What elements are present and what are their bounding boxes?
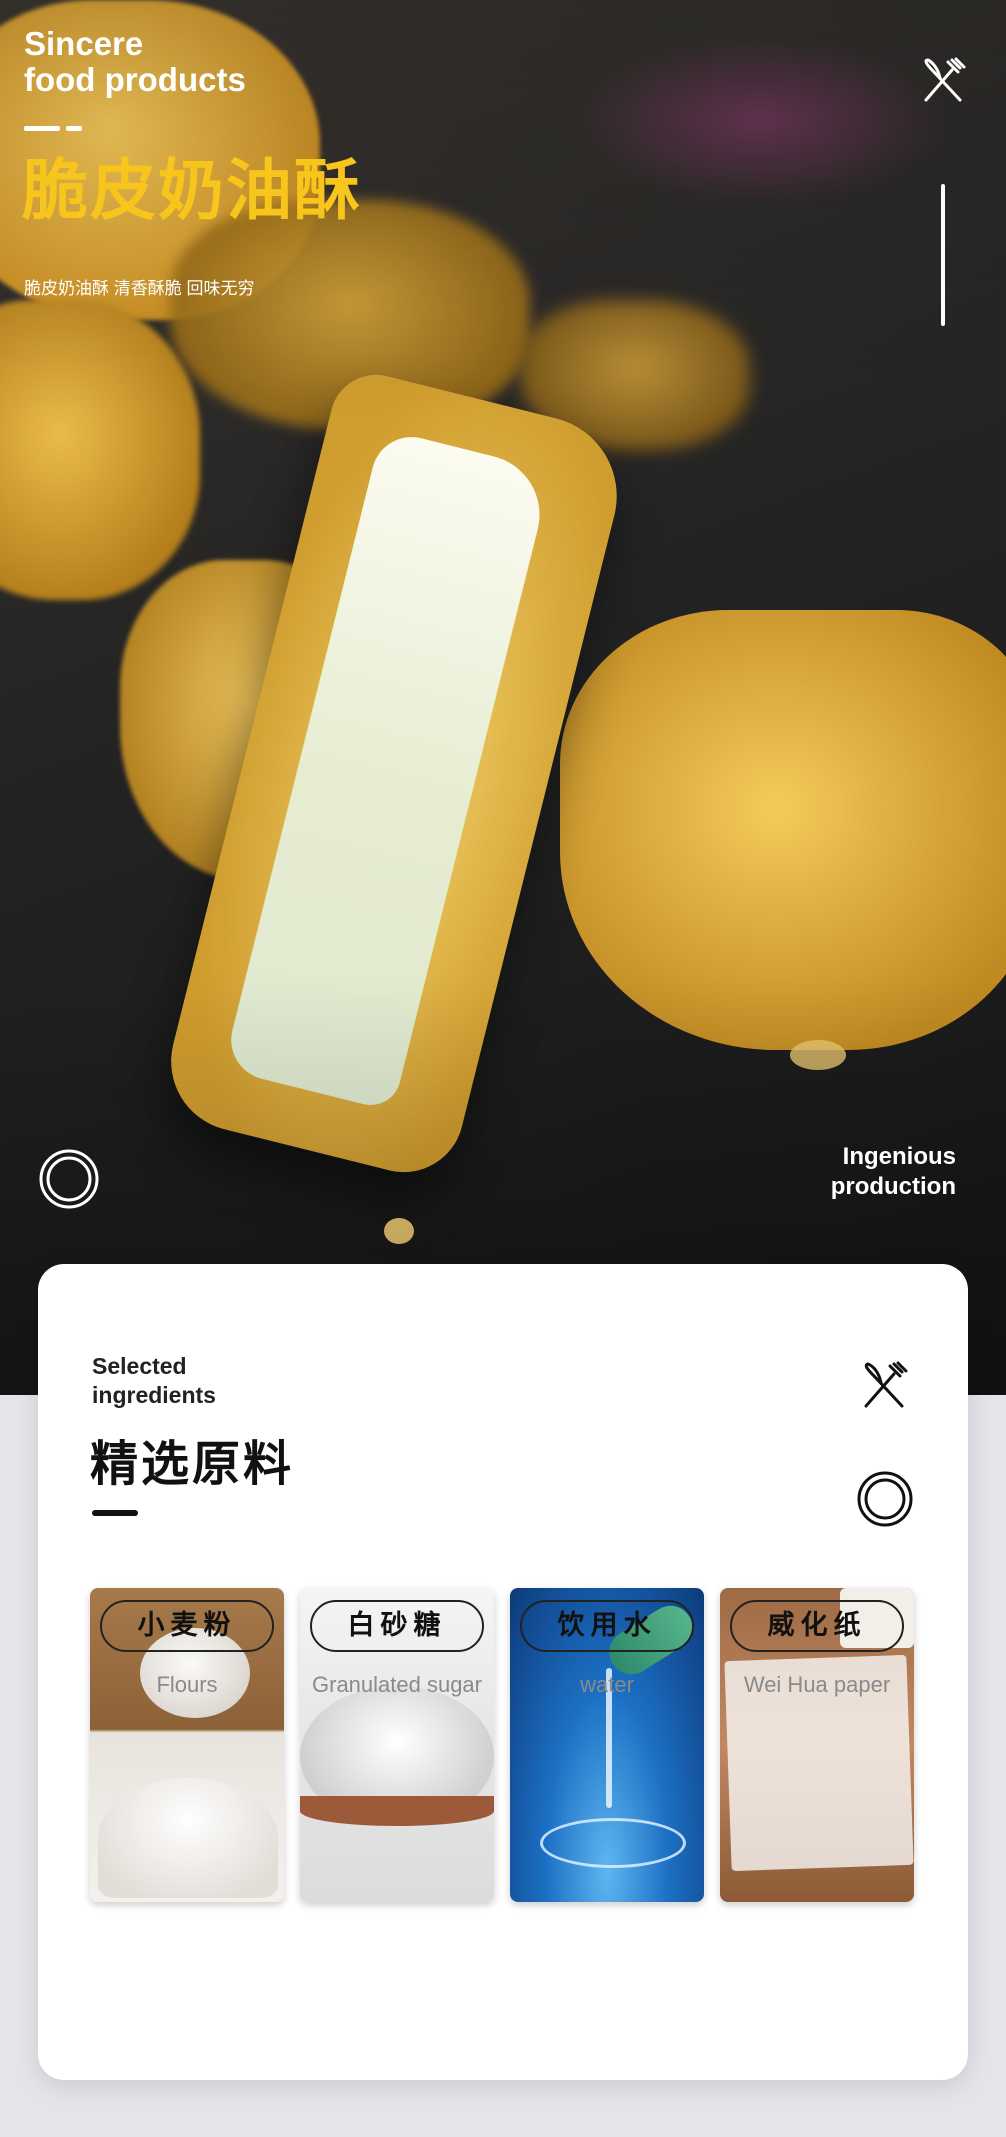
section-divider [92, 1510, 138, 1516]
ring-icon [857, 1471, 913, 1527]
ingredient-label-flour: 小麦粉 [100, 1600, 274, 1652]
section-subtitle-line-1: Selected [92, 1353, 187, 1379]
ingredient-name-flour: Flours [156, 1672, 218, 1697]
section-title: 精选原料 [90, 1438, 295, 1491]
fork-knife-icon [864, 1361, 908, 1408]
ingredient-name-paper: Wei Hua paper [743, 1672, 891, 1697]
ingredient-name-sugar: Granulated sugar [312, 1672, 482, 1697]
ingredient-label-paper: 威化纸 [730, 1600, 904, 1652]
ingredient-name-water: water [580, 1672, 634, 1697]
ingredients-card: Selected ingredients 精选原料 小麦粉 白砂糖 饮用水 威化… [38, 1264, 968, 2080]
ingredient-label-sugar: 白砂糖 [310, 1600, 484, 1652]
hero-banner: Sincere food products 脆皮奶油酥 脆皮奶油酥 清香酥脆 回… [0, 0, 1006, 1395]
tagline-line-2: production [830, 1173, 956, 1200]
brand-line-1: Sincere [24, 25, 144, 62]
brand-text: Sincere food products [24, 26, 246, 98]
product-subtitle: 脆皮奶油酥 清香酥脆 回味无穷 [24, 279, 255, 298]
section-subtitle: Selected ingredients [92, 1352, 216, 1410]
hero-vertical-line [941, 184, 945, 326]
fork-knife-icon [924, 57, 966, 102]
product-title: 脆皮奶油酥 [22, 153, 362, 227]
hero-tagline: Ingenious production [831, 1142, 956, 1202]
brand-line-2: food products [24, 61, 246, 98]
brand-divider [24, 126, 82, 131]
ingredient-label-water: 饮用水 [520, 1600, 694, 1652]
section-subtitle-line-2: ingredients [92, 1382, 216, 1408]
ring-icon [39, 1149, 99, 1209]
tagline-line-1: Ingenious [842, 1143, 956, 1170]
